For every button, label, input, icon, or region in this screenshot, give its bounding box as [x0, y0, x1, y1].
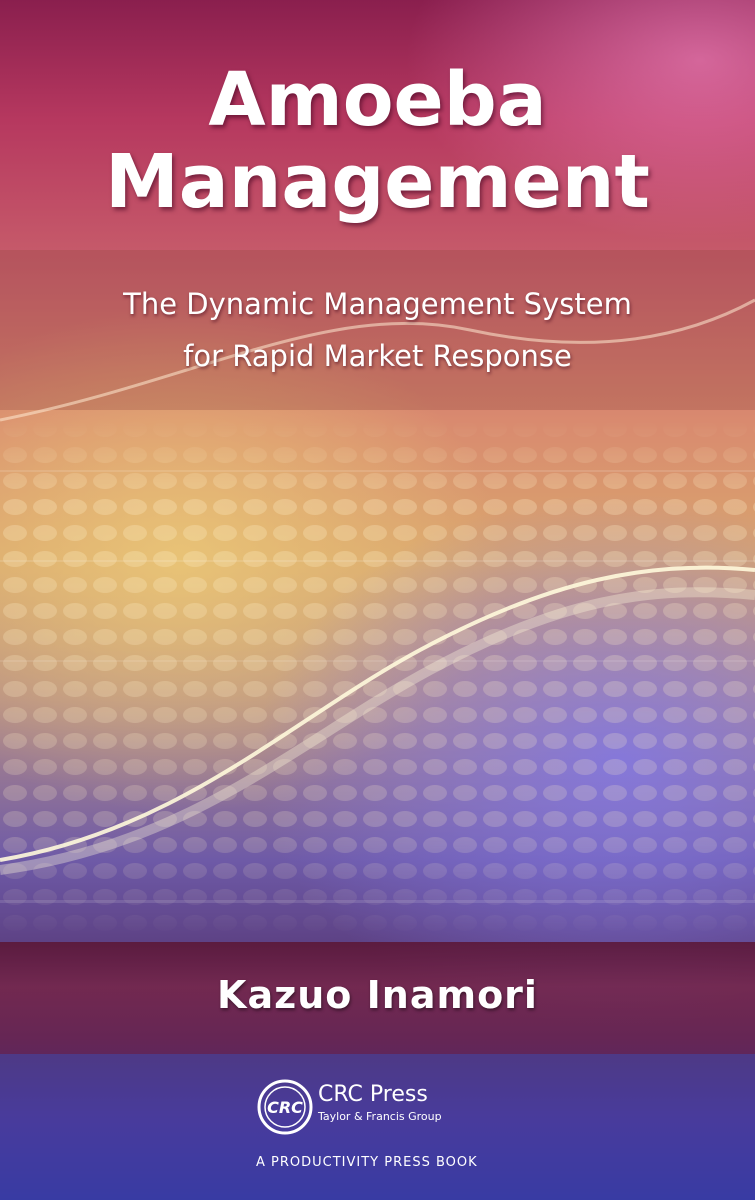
publisher-group: Taylor & Francis Group [318, 1110, 442, 1123]
subtitle-line-2: for Rapid Market Response [183, 339, 572, 373]
author-name: Kazuo Inamori [217, 973, 538, 1017]
crc-logo-icon: CRC [257, 1079, 313, 1135]
title-line-1: Amoeba [208, 57, 547, 143]
publisher-imprint: A PRODUCTIVITY PRESS BOOK [256, 1155, 478, 1170]
title-line-2: Management [105, 139, 650, 225]
streak [0, 470, 755, 472]
subtitle-band [0, 250, 755, 410]
halftone-dots [0, 420, 755, 940]
book-cover: Amoeba Management The Dynamic Management… [0, 0, 755, 1200]
streak [0, 560, 755, 562]
subtitle-line-1: The Dynamic Management System [123, 287, 632, 321]
publisher-name: CRC Press [318, 1082, 428, 1107]
crc-logo-text: CRC [267, 1098, 303, 1117]
streak [0, 660, 755, 662]
publisher-block: CRC CRC Press Taylor & Francis Group A P… [256, 1078, 616, 1188]
streak [0, 900, 755, 903]
